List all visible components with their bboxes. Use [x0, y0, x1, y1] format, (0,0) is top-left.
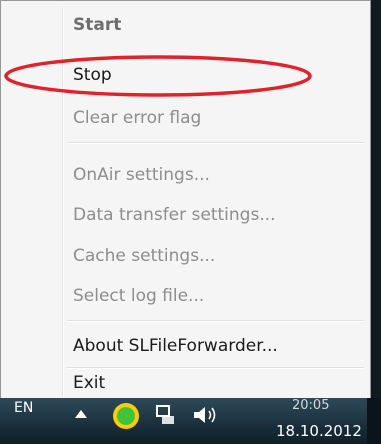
menu-item-about[interactable]: About SLFileForwarder...	[5, 328, 366, 364]
menu-item-stop-label: Stop	[73, 65, 112, 85]
chevron-up-icon[interactable]	[74, 408, 88, 420]
language-indicator[interactable]: EN	[14, 400, 33, 416]
clock-time[interactable]: 20:05	[292, 398, 329, 413]
menu-item-stop[interactable]: Stop	[5, 57, 366, 93]
desktop-background	[371, 0, 381, 400]
menu-item-start[interactable]: Start	[5, 7, 366, 43]
app-tray-icon[interactable]	[112, 400, 140, 432]
menu-item-onair-settings[interactable]: OnAir settings...	[5, 157, 366, 193]
menu-item-select-log-file[interactable]: Select log file...	[5, 278, 366, 314]
context-menu: Start Stop Clear error flag OnAir settin…	[0, 0, 371, 404]
menu-item-clear-error-flag-label: Clear error flag	[73, 108, 202, 128]
clock-date[interactable]: 18.10.2012	[276, 422, 362, 440]
menu-item-exit[interactable]: Exit	[5, 365, 366, 401]
show-desktop-button[interactable]	[367, 398, 381, 444]
volume-icon[interactable]	[192, 404, 218, 426]
menu-item-about-label: About SLFileForwarder...	[73, 336, 278, 356]
menu-item-clear-error-flag[interactable]: Clear error flag	[5, 100, 366, 136]
network-icon[interactable]	[156, 404, 176, 426]
menu-item-cache-settings[interactable]: Cache settings...	[5, 238, 366, 274]
menu-separator	[67, 320, 364, 321]
menu-item-start-label: Start	[73, 15, 122, 35]
menu-item-select-log-file-label: Select log file...	[73, 286, 205, 306]
menu-item-data-transfer-settings[interactable]: Data transfer settings...	[5, 197, 366, 233]
menu-item-data-transfer-settings-label: Data transfer settings...	[73, 205, 276, 225]
menu-separator	[67, 142, 364, 143]
menu-item-exit-label: Exit	[73, 373, 106, 393]
menu-item-onair-settings-label: OnAir settings...	[73, 165, 210, 185]
menu-item-cache-settings-label: Cache settings...	[73, 246, 216, 266]
screen: Start Stop Clear error flag OnAir settin…	[0, 0, 381, 444]
